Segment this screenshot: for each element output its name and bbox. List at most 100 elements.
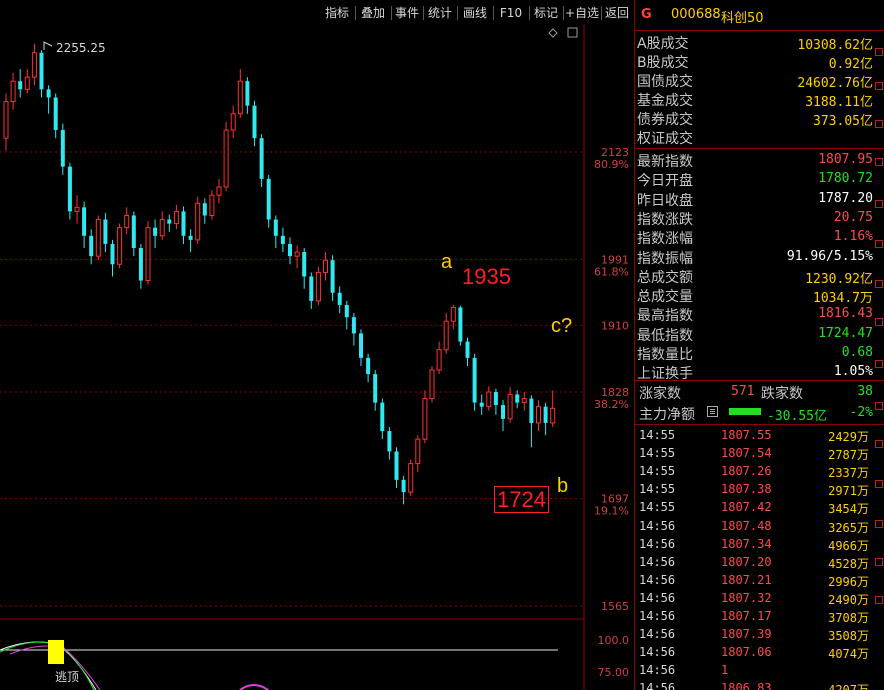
quote-panel-header: G 000688 科创50	[635, 0, 884, 30]
toolbar-f10-button[interactable]: F10	[494, 4, 528, 22]
side-widget-icon[interactable]	[875, 596, 883, 604]
fib-percent-label: 19.1%	[594, 505, 629, 518]
candle-body-down	[359, 333, 363, 358]
tick-trade-row: 14:56 1807.48 3265万	[637, 517, 873, 535]
candle-body-down	[252, 105, 257, 139]
side-widget-icon[interactable]	[875, 402, 883, 410]
candle-body-down	[131, 215, 136, 249]
tick-time: 14:56	[639, 554, 676, 569]
panel-divider	[635, 30, 884, 31]
toolbar-add-watchlist-button[interactable]: +自选	[564, 4, 600, 22]
index-quote-row: 指数振幅 91.96/5.15%	[637, 247, 873, 267]
side-widget-icon[interactable]	[875, 120, 883, 128]
candle-body-up	[429, 369, 435, 400]
candle-body-up	[145, 227, 151, 282]
index-quote-row: 最新指数 1807.95	[637, 150, 873, 170]
candle-body-down	[188, 235, 193, 240]
candle-body-up	[550, 407, 556, 424]
tick-time: 14:56	[639, 590, 676, 605]
index-quote-row: 指数涨跌 20.75	[637, 208, 873, 228]
candle-body-up	[507, 393, 513, 420]
tick-time: 14:55	[639, 428, 676, 442]
tick-trade-row: 14:56 1806.83 4207万	[637, 679, 873, 690]
side-widget-icon[interactable]	[875, 558, 883, 566]
candle-body-down	[167, 219, 172, 224]
main-netflow-row: 主力净额 -30.55亿 -2%	[637, 403, 873, 424]
index-row-label: 指数涨幅	[637, 231, 693, 248]
indicator-level-75: 75.00	[598, 666, 630, 679]
candle-body-up	[117, 227, 123, 265]
candle-body-down	[465, 341, 470, 358]
toolbar-overlay-button[interactable]: 叠加	[356, 4, 390, 22]
wave-a-value: 1935	[462, 264, 511, 289]
chart-toolbar: 指标 叠加 事件 统计 画线 F10 标记 +自选 返回	[0, 0, 634, 24]
side-widget-icon[interactable]	[875, 280, 883, 288]
side-widget-icon[interactable]	[875, 82, 883, 90]
volume-row-label: 权证成交	[637, 131, 693, 147]
candle-body-down	[53, 97, 58, 131]
toolbar-indicator-button[interactable]: 指标	[320, 4, 354, 22]
toolbar-event-button[interactable]: 事件	[392, 4, 422, 22]
toolbar-mark-button[interactable]: 标记	[530, 4, 562, 22]
candle-body-down	[330, 260, 335, 293]
chart-window-icon[interactable]	[567, 27, 578, 38]
side-widget-icon[interactable]	[875, 318, 883, 326]
candle-body-down	[458, 307, 463, 342]
side-widget-icon[interactable]	[875, 240, 883, 248]
tick-time: 14:55	[639, 446, 676, 461]
toolbar-draw-button[interactable]: 画线	[458, 4, 492, 22]
side-widget-icon[interactable]	[875, 158, 883, 166]
volume-row-label: A股成交	[637, 36, 689, 52]
fib-percent-label: 38.2%	[594, 398, 629, 411]
kline-chart-svg[interactable]: 212380.9%199161.8%1910182838.2%169719.1%…	[0, 24, 634, 690]
candle-body-up	[436, 349, 442, 371]
index-quote-row: 总成交额 1230.92亿	[637, 266, 873, 287]
netflow-percent: -2%	[849, 405, 873, 420]
candle-body-up	[159, 219, 165, 237]
index-quote-row: 指数量比 0.68	[637, 343, 873, 363]
side-widget-strip[interactable]	[874, 30, 884, 690]
index-row-value: 1230.92亿	[805, 271, 873, 287]
group-marker[interactable]: G	[641, 7, 652, 22]
candle-body-up	[486, 391, 492, 408]
candle-body-up	[415, 438, 421, 465]
tick-trade-row: 14:55 1807.55 2429万	[637, 426, 873, 444]
netflow-detail-icon[interactable]	[707, 406, 718, 417]
fib-percent-label: 80.9%	[594, 158, 629, 171]
tick-time: 14:55	[639, 464, 676, 479]
side-widget-icon[interactable]	[875, 520, 883, 528]
side-widget-icon[interactable]	[875, 200, 883, 208]
tick-time: 14:56	[639, 518, 676, 533]
side-widget-icon[interactable]	[875, 440, 883, 448]
escape-top-signal-marker	[48, 640, 64, 664]
toolbar-back-button[interactable]: 返回	[602, 4, 632, 22]
index-row-label: 最新指数	[637, 154, 693, 170]
candle-body-down	[259, 138, 264, 179]
toolbar-stats-button[interactable]: 统计	[424, 4, 456, 22]
candle-body-down	[394, 451, 399, 480]
side-widget-icon[interactable]	[875, 480, 883, 488]
candle-body-up	[443, 320, 449, 351]
candle-body-down	[401, 479, 406, 493]
candle-body-up	[3, 101, 9, 139]
tick-time: 14:56	[639, 681, 676, 690]
tick-trade-row: 14:56 1807.34 4966万	[637, 535, 873, 553]
index-row-value: 1034.7万	[813, 291, 873, 307]
side-widget-icon[interactable]	[875, 48, 883, 56]
index-quote-row: 上证换手 1.05%	[637, 362, 873, 382]
down-count-value: 38	[857, 384, 873, 399]
tick-volume: 2971万	[828, 484, 869, 499]
market-volume-row: 国债成交 24602.76亿	[637, 70, 873, 91]
index-row-value: 1724.47	[818, 325, 873, 341]
kline-chart-area[interactable]: 2123 80.9% 1991 61.8% 1910 1828 38.2% 1697 19.1%…	[0, 24, 634, 690]
side-widget-icon[interactable]	[875, 360, 883, 368]
index-row-label: 总成交量	[637, 289, 693, 306]
tick-volume: 2490万	[828, 592, 869, 607]
candle-body-up	[124, 214, 130, 229]
chart-diamond-icon[interactable]	[548, 28, 558, 38]
tick-time: 14:56	[639, 645, 676, 660]
market-volume-row: B股成交 0.92亿	[637, 51, 873, 72]
tick-price: 1807.55	[721, 428, 772, 442]
tick-trade-row: 14:56 1807.32 2490万	[637, 589, 873, 607]
tick-volume: 2337万	[828, 466, 869, 481]
